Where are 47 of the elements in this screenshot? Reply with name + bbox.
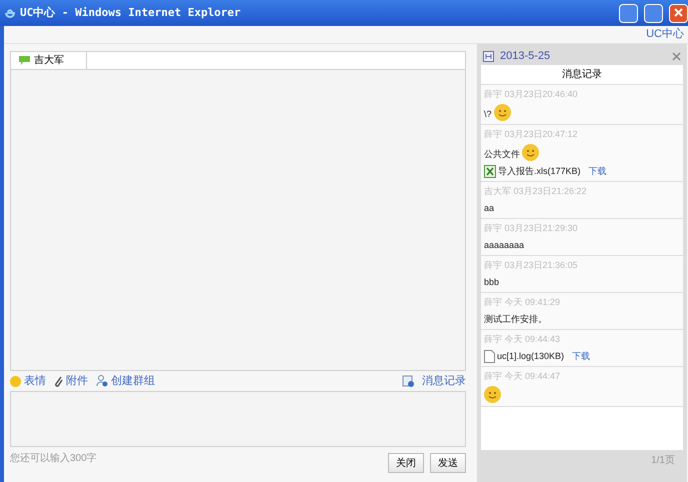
uc-center-link[interactable]: UC中心 — [646, 26, 684, 43]
close-button[interactable] — [669, 4, 688, 22]
close-icon — [674, 8, 683, 18]
smiley-icon — [10, 376, 21, 386]
message-header: 薛宇 03月23日20:47:12 — [484, 128, 579, 141]
file-name: uc[1].log(130KB) — [497, 350, 564, 363]
message-text: \? — [484, 108, 492, 121]
smiley-icon — [484, 386, 501, 403]
message-header: 薛宇 03月23日20:46:40 — [484, 88, 579, 101]
chat-bubble-icon — [19, 56, 30, 65]
close-icon[interactable] — [672, 52, 681, 60]
toolbar-link[interactable]: 附件 — [66, 372, 88, 390]
message-text: aaaaaaaa — [484, 239, 524, 252]
message-text: 公共文件 — [484, 148, 520, 161]
message-text: bbb — [484, 276, 500, 289]
message-history-link[interactable]: 消息记录 — [422, 372, 466, 390]
person-plus-icon — [96, 375, 108, 387]
character-limit-hint: 您还可以输入300字 — [10, 452, 97, 466]
message-header: 薛宇 03月23日21:29:30 — [484, 222, 579, 235]
message-input[interactable] — [10, 391, 466, 447]
spreadsheet-file-icon — [484, 165, 496, 178]
dialog-button[interactable]: 关闭 — [388, 453, 424, 473]
message-header: 薛宇 今天 09:44:47 — [484, 370, 562, 383]
smiley-icon — [494, 104, 511, 121]
history-icon — [402, 375, 414, 387]
maximize-button[interactable] — [644, 4, 663, 22]
message-header: 薛宇 今天 09:44:43 — [484, 333, 562, 346]
file-name: 导入报告.xls(177KB) — [498, 165, 581, 178]
message-header: 薛宇 今天 09:41:29 — [484, 296, 562, 309]
message-header: 薛宇 03月23日21:36:05 — [484, 259, 579, 272]
toolbar-link[interactable]: 创建群组 — [111, 372, 155, 390]
minimize-button[interactable] — [619, 4, 638, 22]
calendar-icon — [483, 50, 494, 62]
smiley-icon — [522, 144, 539, 161]
browser-logo-icon — [4, 7, 16, 19]
toolbar-link[interactable]: 表情 — [24, 372, 46, 390]
message-text: 测试工作安排。 — [484, 313, 547, 326]
document-file-icon — [484, 350, 495, 363]
dialog-button[interactable]: 发送 — [430, 453, 466, 473]
history-date[interactable]: 2013-5-25 — [500, 48, 666, 64]
paperclip-icon — [54, 376, 63, 386]
download-link[interactable]: 下载 — [588, 164, 607, 178]
download-link[interactable]: 下载 — [572, 349, 590, 363]
message-text: aa — [484, 202, 494, 215]
window-title: UC中心 - Windows Internet Explorer — [20, 4, 242, 21]
page-indicator: 1/1页 — [651, 454, 675, 468]
message-header: 吉大军 03月23日21:26:22 — [484, 185, 588, 198]
